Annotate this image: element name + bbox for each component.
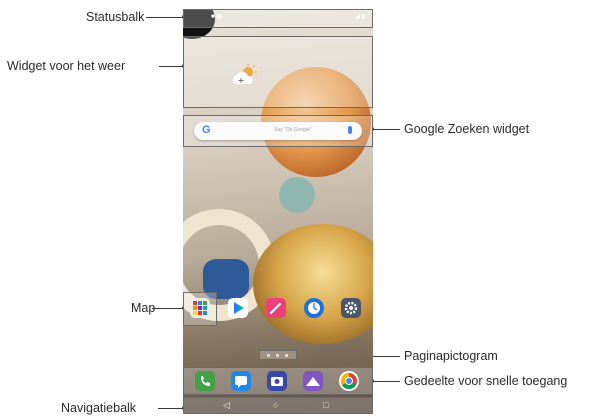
label-quick-access: Gedeelte voor snelle toegang [404, 374, 568, 388]
partly-cloudy-icon [232, 64, 257, 84]
google-logo: G [202, 124, 211, 136]
page-dot-3[interactable] [285, 354, 288, 357]
phone-icon[interactable] [195, 371, 215, 391]
page-dot-1[interactable] [267, 354, 270, 357]
wallpaper-teal-shape [279, 177, 315, 213]
leader-statusbar [146, 17, 184, 18]
label-page-icon: Paginapictogram [404, 349, 498, 363]
statusbar-time-icon: ■ ▣ [211, 14, 222, 20]
chat-bubble-icon [235, 376, 247, 388]
page-dot-2[interactable] [276, 354, 279, 357]
chrome-logo-icon [340, 372, 357, 390]
handset-icon [201, 376, 210, 386]
weather-widget-highlight[interactable] [183, 36, 373, 108]
gear-glyph-icon [344, 301, 358, 315]
search-hint: Say "Ok Google" [274, 127, 312, 133]
pen-glyph-icon [269, 302, 282, 315]
play-store-icon[interactable] [228, 298, 248, 318]
recent-apps-icon[interactable]: □ [323, 400, 328, 410]
camera-icon[interactable] [267, 371, 287, 391]
phone-screen: ■ ▣ ◢ ▮ G Say "Ok Google" ◁ ○ □ [183, 9, 373, 414]
google-search-bar[interactable]: G Say "Ok Google" [194, 122, 362, 140]
clock-icon[interactable] [304, 298, 324, 318]
pen-icon[interactable] [266, 298, 286, 318]
gear-icon[interactable] [341, 298, 361, 318]
label-statusbar: Statusbalk [86, 10, 145, 24]
play-triangle-icon [234, 302, 244, 314]
label-google-search-widget: Google Zoeken widget [404, 122, 530, 136]
leader-map [152, 308, 184, 309]
folder-icon[interactable] [190, 298, 210, 318]
folder-grid-icon [193, 301, 207, 315]
gallery-icon[interactable] [303, 371, 323, 391]
messages-icon[interactable] [231, 371, 251, 391]
label-navbar: Navigatiebalk [61, 401, 137, 415]
chrome-icon[interactable] [339, 371, 359, 391]
leader-weather-widget [159, 66, 184, 67]
mic-icon[interactable] [348, 126, 352, 134]
clock-face-icon [308, 302, 320, 314]
home-icon[interactable]: ○ [273, 400, 278, 410]
label-weather-widget: Widget voor het weer [7, 59, 126, 73]
leader-google-search-widget [372, 129, 400, 130]
camera-glyph-icon [271, 377, 283, 386]
mountain-icon [306, 377, 320, 386]
wallpaper-gold-shape [253, 224, 373, 344]
back-icon[interactable]: ◁ [223, 400, 230, 411]
leader-navbar [158, 408, 184, 409]
statusbar-signal-icon: ◢ ▮ [355, 14, 365, 20]
leader-quick-access [372, 381, 400, 382]
statusbar: ■ ▣ ◢ ▮ [183, 9, 373, 28]
